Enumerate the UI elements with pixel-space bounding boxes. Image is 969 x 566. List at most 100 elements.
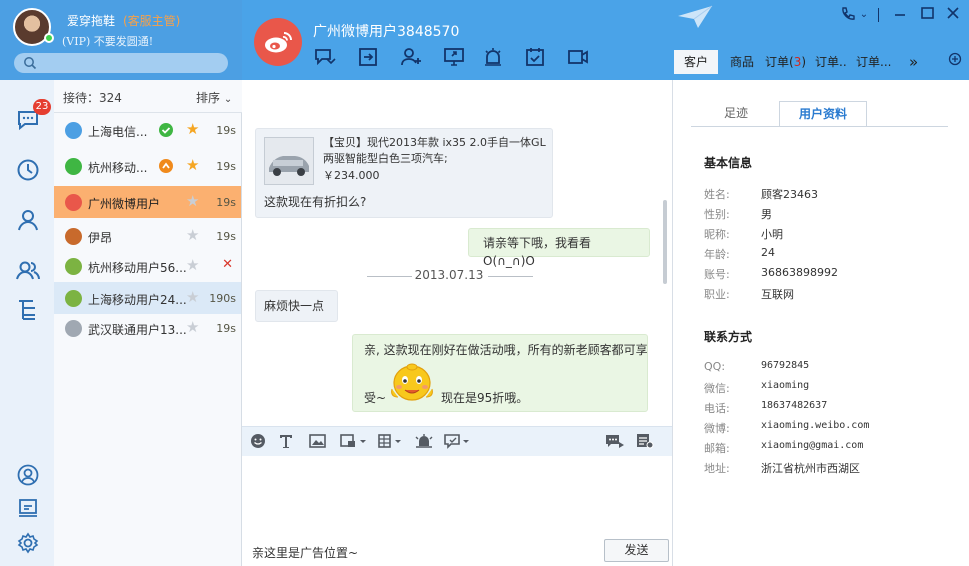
field-label: 微博:	[704, 422, 730, 435]
inbox-icon[interactable]	[15, 496, 41, 522]
profile-icon[interactable]	[15, 462, 41, 488]
star-icon[interactable]: ★	[186, 121, 199, 137]
sort-dropdown[interactable]: 排序 ⌄	[196, 89, 232, 106]
chat-scrollbar[interactable]	[663, 200, 667, 284]
contact-row[interactable]: 杭州移动用户56... ★ ✕	[54, 250, 241, 282]
field-value: xiaoming	[761, 380, 810, 391]
org-tree-icon[interactable]	[15, 297, 41, 323]
contact-name: 武汉联通用户13...	[88, 323, 187, 337]
contact-avatar-icon	[65, 290, 82, 307]
contact-row[interactable]: 上海移动用户24... ★ 190s	[54, 282, 241, 314]
contact-name: 伊昂	[88, 231, 113, 245]
tab-order-3[interactable]: 订单...	[856, 50, 891, 74]
star-icon[interactable]: ★	[186, 227, 199, 243]
alert-bell-icon[interactable]	[413, 433, 437, 449]
field-value: 24	[761, 246, 775, 259]
star-icon[interactable]: ★	[186, 157, 199, 173]
chevron-down-icon[interactable]: ⌄	[855, 6, 873, 24]
video-call-icon[interactable]	[566, 45, 590, 69]
more-tabs-icon[interactable]: »	[909, 50, 918, 74]
tab-underline	[691, 126, 948, 127]
settings-gear-icon[interactable]	[15, 530, 41, 556]
wait-time: 19s	[216, 160, 236, 173]
contact-icon[interactable]	[15, 207, 41, 233]
image-icon[interactable]	[309, 433, 326, 449]
contact-avatar-icon	[65, 158, 82, 175]
field-label: 性别:	[704, 208, 730, 221]
tab-footprint[interactable]: 足迹	[706, 101, 766, 127]
history-icon[interactable]	[15, 157, 41, 183]
star-icon[interactable]: ★	[186, 319, 199, 335]
contact-row[interactable]: 杭州移动... ★ 19s	[54, 150, 241, 182]
screen-share-icon[interactable]	[442, 45, 466, 69]
note-settings-icon[interactable]	[636, 433, 654, 449]
search-icon	[24, 57, 37, 70]
field-value: 男	[761, 208, 772, 221]
contact-row[interactable]: 广州微博用户 ★ 19s	[54, 186, 241, 218]
contact-name: 杭州移动...	[88, 161, 148, 175]
alarm-icon[interactable]	[481, 45, 505, 69]
message-text: 这款现在有折扣么?	[264, 195, 367, 209]
calendar-check-icon[interactable]	[523, 45, 547, 69]
agent-message-promo[interactable]: 亲, 这款现在刚好在做活动哦，所有的新老顾客都可享 受~ 现在是95折哦。	[352, 334, 648, 412]
field-value: 顾客23463	[761, 188, 818, 201]
user-role-tag: (客服主管)	[123, 14, 181, 28]
transfer-icon[interactable]	[356, 45, 380, 69]
add-contact-icon[interactable]	[399, 45, 423, 69]
contact-row[interactable]: 上海电信... ★ 19s	[54, 114, 241, 146]
field-label: 账号:	[704, 268, 730, 281]
tab-orders[interactable]: 订单(3)	[765, 50, 806, 74]
contact-name: 广州微博用户	[88, 197, 161, 211]
chat-record-icon[interactable]	[605, 433, 625, 449]
contact-row[interactable]: 伊昂 ★ 19s	[54, 220, 241, 252]
online-status-indicator	[44, 33, 54, 43]
field-label: 邮箱:	[704, 442, 730, 455]
message-text: 现在是95折哦。	[441, 391, 529, 405]
check-status-icon	[159, 123, 173, 137]
product-thumbnail	[264, 137, 314, 185]
wait-time: 190s	[209, 292, 236, 305]
star-icon[interactable]: ★	[186, 289, 199, 305]
screenshot-icon[interactable]	[340, 433, 368, 449]
send-button[interactable]: 发送	[604, 539, 669, 562]
star-icon[interactable]: ★	[186, 257, 199, 273]
user-name: 爱穿拖鞋	[67, 14, 116, 28]
contact-list-header: 接待：324 排序 ⌄	[54, 80, 242, 113]
product-card-message[interactable]: 【宝贝】现代2013年款 ix35 2.0手自一体GL两驱智能型白色三项汽车; …	[255, 128, 553, 218]
date-divider: 2013.07.13	[414, 268, 484, 282]
emoji-icon[interactable]	[250, 433, 266, 449]
tab-order-2[interactable]: 订单..	[815, 50, 847, 74]
group-icon[interactable]	[15, 257, 41, 283]
basic-info-title: 基本信息	[704, 156, 753, 170]
user-signature[interactable]: (VIP) 不要发圆通!	[62, 33, 153, 49]
close-icon[interactable]: ✕	[222, 257, 233, 272]
quick-reply-icon[interactable]	[313, 45, 337, 69]
contact-info-title: 联系方式	[704, 330, 753, 344]
field-label: 职业:	[704, 288, 730, 301]
agent-message[interactable]: 请亲等下哦，我看看O(∩_∩)O	[468, 228, 650, 268]
field-label: 微信:	[704, 382, 730, 395]
customer-message[interactable]: 麻烦快一点	[255, 290, 338, 322]
contact-row[interactable]: 武汉联通用户13... ★ 19s	[54, 312, 241, 344]
ad-placeholder-text[interactable]: 亲这里是广告位置~	[252, 544, 358, 561]
product-price: ￥234.000	[323, 169, 380, 182]
field-value: xiaoming@gmai.com	[761, 440, 864, 451]
evaluation-icon[interactable]	[444, 433, 472, 449]
maximize-icon[interactable]	[918, 6, 936, 24]
contact-avatar-icon	[65, 258, 82, 275]
minimize-icon[interactable]	[891, 6, 909, 24]
tab-user-profile[interactable]: 用户资料	[779, 101, 867, 127]
add-tab-icon[interactable]	[946, 52, 964, 70]
tab-goods[interactable]: 商品	[730, 50, 754, 74]
star-icon[interactable]: ★	[186, 193, 199, 209]
text-format-icon[interactable]	[278, 433, 294, 449]
field-label: 年龄:	[704, 248, 730, 261]
contact-list-panel: 接待：324 排序 ⌄ 上海电信... ★ 19s 杭州移动... ★ 19s 广州微博用户…	[54, 80, 242, 566]
field-value: 浙江省杭州市西湖区	[761, 462, 860, 475]
chat-title: 广州微博用户3848570	[313, 24, 460, 40]
icon-nav-sidebar	[0, 80, 54, 566]
search-input[interactable]	[14, 53, 228, 73]
tab-customer[interactable]: 客户	[674, 50, 719, 74]
table-icon[interactable]	[378, 433, 404, 449]
close-icon[interactable]	[944, 6, 962, 24]
